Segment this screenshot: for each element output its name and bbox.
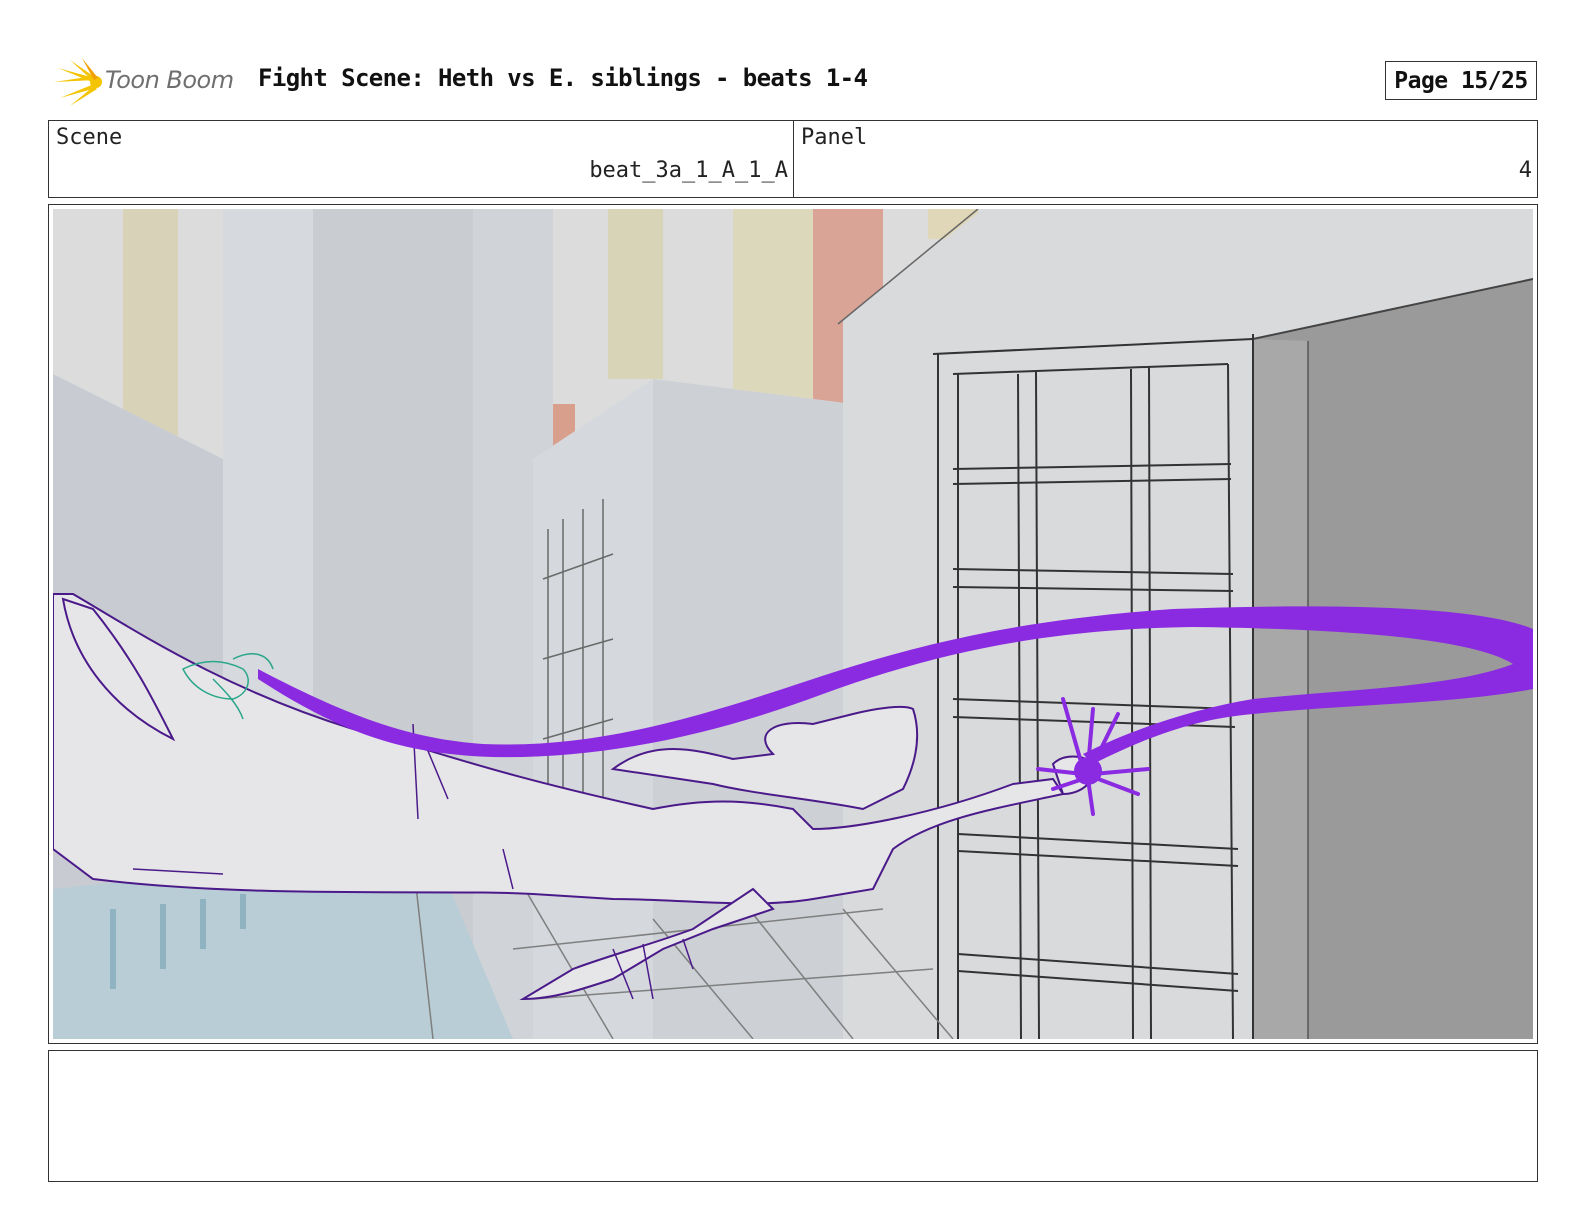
- panel-info-table: Scene beat_3a_1_A_1_A Panel 4: [48, 120, 1538, 198]
- panel-value: 4: [1518, 158, 1532, 183]
- notes-box: [48, 1050, 1538, 1182]
- panel-label: Panel: [801, 125, 868, 150]
- scene-label: Scene: [56, 125, 123, 150]
- panel-cell: Panel 4: [794, 121, 1537, 197]
- storyboard-frame: [48, 204, 1538, 1044]
- scene-cell: Scene beat_3a_1_A_1_A: [49, 121, 794, 197]
- logo-wordmark: Toon Boom: [105, 66, 234, 94]
- storyboard-drawing: [53, 209, 1533, 1039]
- scene-value: beat_3a_1_A_1_A: [589, 158, 788, 183]
- page-indicator: Page 15/25: [1385, 61, 1537, 100]
- document-title: Fight Scene: Heth vs E. siblings - beats…: [258, 64, 868, 92]
